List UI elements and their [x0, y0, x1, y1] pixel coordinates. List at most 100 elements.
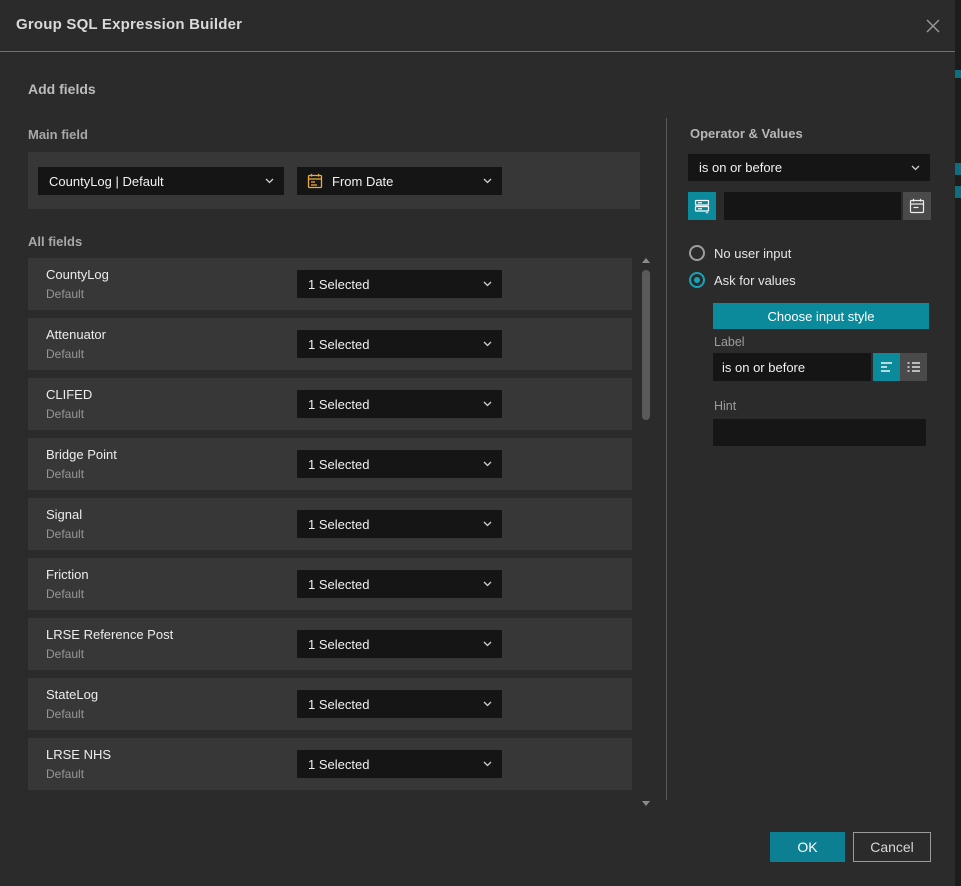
field-selected-count: 1 Selected [297, 637, 369, 652]
field-name: StateLog [46, 687, 98, 702]
field-sublabel: Default [46, 407, 84, 421]
scrollbar-thumb[interactable] [642, 270, 650, 420]
field-name: CountyLog [46, 267, 109, 282]
field-row: LRSE Reference Post Default 1 Selected [28, 618, 632, 670]
field-selection-dropdown[interactable]: 1 Selected [297, 330, 502, 358]
radio-circle-icon [689, 245, 705, 261]
chevron-down-icon [483, 341, 492, 347]
field-row: CountyLog Default 1 Selected [28, 258, 632, 310]
chevron-down-icon [483, 521, 492, 527]
chevron-down-icon [483, 581, 492, 587]
ok-button[interactable]: OK [770, 832, 845, 862]
field-row: StateLog Default 1 Selected [28, 678, 632, 730]
field-row: Bridge Point Default 1 Selected [28, 438, 632, 490]
field-sublabel: Default [46, 287, 84, 301]
chevron-down-icon [483, 401, 492, 407]
field-row: Signal Default 1 Selected [28, 498, 632, 550]
field-name: LRSE NHS [46, 747, 111, 762]
scroll-down-icon[interactable] [642, 801, 650, 806]
field-list-scrollbar[interactable] [639, 256, 653, 806]
field-name: LRSE Reference Post [46, 627, 173, 642]
field-selection-dropdown[interactable]: 1 Selected [297, 390, 502, 418]
field-row: LRSE NHS Default 1 Selected [28, 738, 632, 790]
calendar-icon [307, 173, 323, 189]
field-row: CLIFED Default 1 Selected [28, 378, 632, 430]
field-selection-dropdown[interactable]: 1 Selected [297, 690, 502, 718]
unique-values-button[interactable] [688, 192, 716, 220]
background-fragment [955, 163, 961, 175]
field-selected-count: 1 Selected [297, 517, 369, 532]
panel-divider [666, 118, 667, 800]
radio-no-user-input[interactable]: No user input [689, 245, 791, 261]
field-selection-dropdown[interactable]: 1 Selected [297, 510, 502, 538]
field-name: Bridge Point [46, 447, 117, 462]
field-selection-dropdown[interactable]: 1 Selected [297, 750, 502, 778]
main-field-label: Main field [28, 127, 88, 142]
field-row: Friction Default 1 Selected [28, 558, 632, 610]
operator-values-heading: Operator & Values [690, 126, 803, 141]
background-app-strip [955, 0, 961, 886]
radio-ask-for-values[interactable]: Ask for values [689, 272, 796, 288]
field-selection-dropdown[interactable]: 1 Selected [297, 270, 502, 298]
list-style-icon-button[interactable] [900, 353, 927, 381]
chevron-down-icon [483, 281, 492, 287]
main-field-field-value: From Date [323, 174, 393, 189]
field-sublabel: Default [46, 647, 84, 661]
screen: Group SQL Expression Builder Add fields … [0, 0, 961, 886]
field-selection-dropdown[interactable]: 1 Selected [297, 450, 502, 478]
chevron-down-icon [483, 701, 492, 707]
dialog-titlebar: Group SQL Expression Builder [0, 0, 955, 52]
chevron-down-icon [911, 165, 920, 171]
chevron-down-icon [265, 178, 274, 184]
field-name: Friction [46, 567, 89, 582]
label-input[interactable] [713, 353, 871, 381]
field-selection-dropdown[interactable]: 1 Selected [297, 630, 502, 658]
radio-no-user-input-label: No user input [714, 246, 791, 261]
field-selected-count: 1 Selected [297, 577, 369, 592]
choose-input-style-button[interactable]: Choose input style [713, 303, 929, 329]
hint-input[interactable] [713, 419, 926, 446]
background-fragment [955, 70, 961, 78]
dialog-title: Group SQL Expression Builder [16, 16, 242, 33]
field-selected-count: 1 Selected [297, 337, 369, 352]
field-row: Attenuator Default 1 Selected [28, 318, 632, 370]
background-fragment [955, 186, 961, 198]
close-icon[interactable] [921, 14, 945, 38]
chevron-down-icon [483, 178, 492, 184]
field-selected-count: 1 Selected [297, 457, 369, 472]
field-sublabel: Default [46, 707, 84, 721]
field-name: Attenuator [46, 327, 106, 342]
value-input[interactable] [724, 192, 901, 220]
field-name: CLIFED [46, 387, 92, 402]
field-selected-count: 1 Selected [297, 757, 369, 772]
field-selection-dropdown[interactable]: 1 Selected [297, 570, 502, 598]
operator-value: is on or before [688, 160, 782, 175]
field-selected-count: 1 Selected [297, 397, 369, 412]
chevron-down-icon [483, 461, 492, 467]
group-sql-expression-builder-dialog: Group SQL Expression Builder Add fields … [0, 0, 955, 886]
field-sublabel: Default [46, 467, 84, 481]
label-caption: Label [714, 335, 745, 349]
hint-caption: Hint [714, 399, 736, 413]
operator-dropdown[interactable]: is on or before [688, 154, 930, 181]
cancel-button[interactable]: Cancel [853, 832, 931, 862]
add-fields-heading: Add fields [28, 81, 96, 97]
text-style-icon-button[interactable] [873, 353, 900, 381]
radio-ask-for-values-label: Ask for values [714, 273, 796, 288]
chevron-down-icon [483, 641, 492, 647]
scroll-up-icon[interactable] [642, 258, 650, 263]
field-sublabel: Default [46, 527, 84, 541]
field-selected-count: 1 Selected [297, 277, 369, 292]
main-field-dataset-dropdown[interactable]: CountyLog | Default [38, 167, 284, 195]
field-name: Signal [46, 507, 82, 522]
field-sublabel: Default [46, 587, 84, 601]
chevron-down-icon [483, 761, 492, 767]
field-selected-count: 1 Selected [297, 697, 369, 712]
radio-circle-checked-icon [689, 272, 705, 288]
field-sublabel: Default [46, 347, 84, 361]
all-fields-label: All fields [28, 234, 82, 249]
calendar-picker-button[interactable] [903, 192, 931, 220]
main-field-panel: CountyLog | Default From Date [28, 152, 640, 209]
main-field-field-dropdown[interactable]: From Date [297, 167, 502, 195]
field-sublabel: Default [46, 767, 84, 781]
